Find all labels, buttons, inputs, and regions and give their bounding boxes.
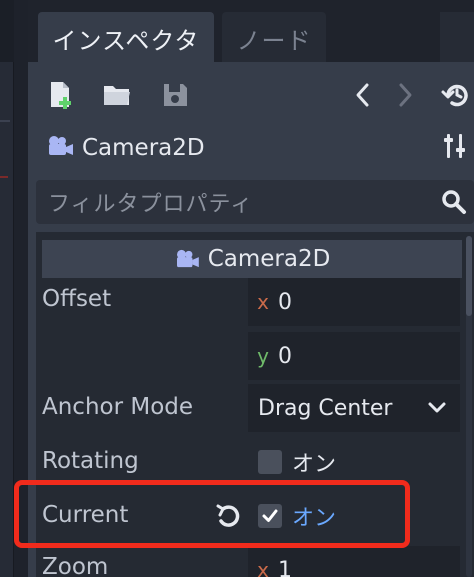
new-resource-button[interactable] <box>44 78 78 112</box>
new-file-icon <box>48 80 74 110</box>
anchor-mode-select[interactable]: Drag Center <box>248 384 460 432</box>
viewport-divider <box>0 120 10 122</box>
camera2d-icon <box>174 249 200 269</box>
zoom-x-value: 1 <box>278 557 292 577</box>
chevron-right-icon <box>395 82 415 108</box>
offset-label: Offset <box>42 286 112 312</box>
tab-node-label: ノード <box>236 26 312 55</box>
anchor-mode-value: Drag Center <box>258 395 393 421</box>
zoom-x-axis-label: x <box>257 558 269 577</box>
section-camera2d-header[interactable]: Camera2D <box>42 240 462 278</box>
object-tools-icon <box>443 132 467 164</box>
tab-node[interactable]: ノード <box>222 12 326 64</box>
edited-object-button[interactable]: Camera2D <box>46 130 466 166</box>
save-icon <box>161 81 189 109</box>
tab-overflow <box>440 12 474 64</box>
history-icon <box>440 81 470 109</box>
chevron-down-icon <box>426 396 448 418</box>
offset-x-field[interactable]: x 0 <box>248 278 460 326</box>
property-scrollbar-thumb[interactable] <box>466 236 472 316</box>
filter-properties-field[interactable]: フィルタプロパティ <box>36 180 474 224</box>
viewport-axis-line <box>0 176 8 178</box>
highlight-annotation <box>14 480 410 548</box>
rotating-checkbox[interactable] <box>258 450 282 474</box>
history-list-button[interactable] <box>438 78 472 112</box>
tab-inspector[interactable]: インスペクタ <box>38 12 214 64</box>
offset-y-field[interactable]: y 0 <box>248 332 460 380</box>
history-back-button[interactable] <box>346 78 380 112</box>
section-title: Camera2D <box>207 246 331 272</box>
offset-x-axis-label: x <box>257 290 269 314</box>
tab-inspector-label: インスペクタ <box>52 26 200 55</box>
search-icon <box>440 188 468 216</box>
rotating-toggle[interactable]: オン <box>248 438 460 486</box>
folder-open-icon <box>102 82 132 108</box>
zoom-label: Zoom <box>42 554 109 577</box>
chevron-left-icon <box>353 82 373 108</box>
camera2d-icon <box>46 135 74 161</box>
dock-tabbar: インスペクタ ノード <box>28 12 474 64</box>
offset-y-axis-label: y <box>257 344 269 368</box>
object-tools-button[interactable] <box>440 132 470 164</box>
rotating-checkbox-text: オン <box>292 452 337 477</box>
history-forward-button[interactable] <box>388 78 422 112</box>
anchor-mode-label: Anchor Mode <box>42 394 194 420</box>
open-resource-button[interactable] <box>100 78 134 112</box>
offset-y-value: 0 <box>278 343 292 369</box>
save-resource-button[interactable] <box>158 78 192 112</box>
offset-x-value: 0 <box>278 289 292 315</box>
editor-root: インスペクタ ノード Camera2D フィルタプロパティ Camera2D O… <box>0 0 474 577</box>
editor-viewport-edge <box>0 62 14 577</box>
edited-object-name: Camera2D <box>82 135 205 161</box>
filter-placeholder: フィルタプロパティ <box>48 192 254 217</box>
rotating-label: Rotating <box>42 448 139 474</box>
zoom-x-field[interactable]: x 1 <box>248 546 460 577</box>
